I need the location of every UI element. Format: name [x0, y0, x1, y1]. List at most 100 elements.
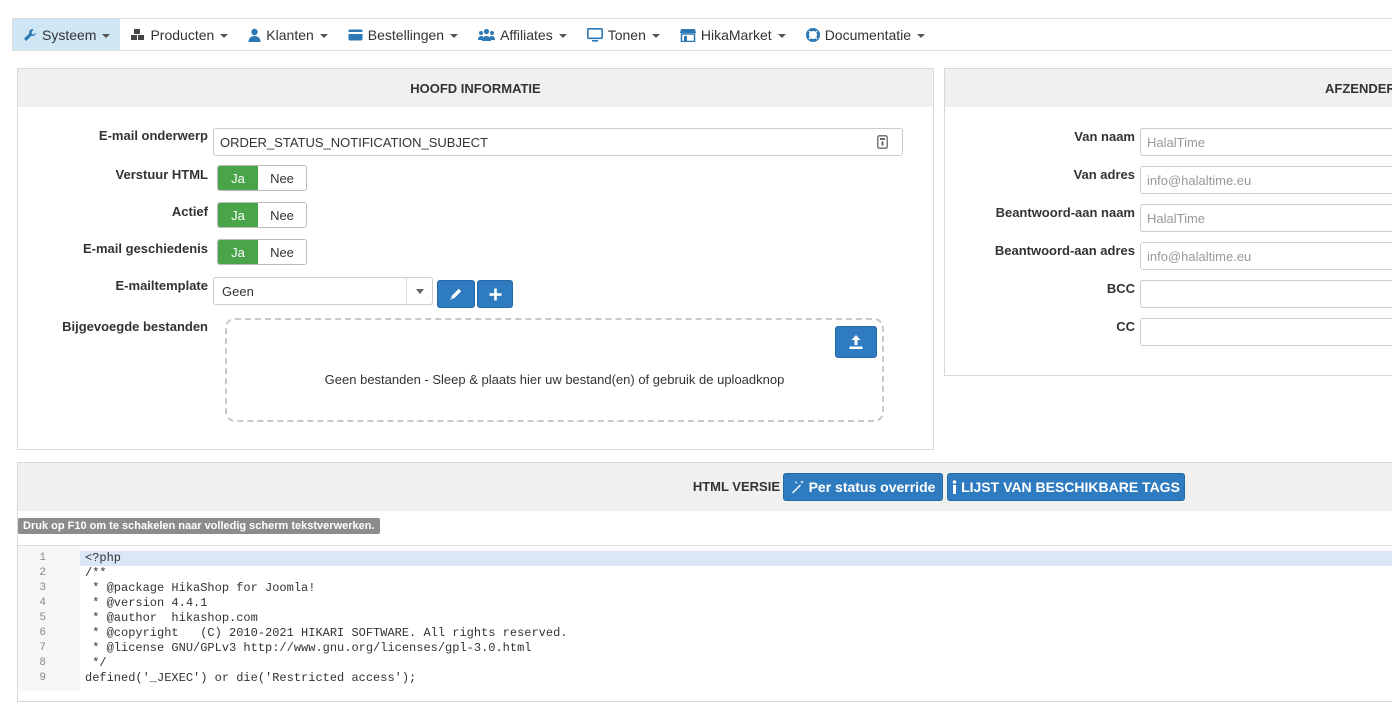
plus-icon [489, 288, 502, 301]
cc-label: CC [1116, 319, 1135, 334]
caret-down-icon [651, 33, 660, 38]
reply-address-label: Beantwoord-aan adres [994, 243, 1135, 258]
caret-down-icon [319, 33, 328, 38]
users-icon [478, 28, 496, 41]
line-source: * @version 4.4.1 [85, 596, 208, 610]
chevron-down-icon [406, 278, 432, 304]
email-history-toggle[interactable]: Ja Nee [217, 239, 307, 265]
code-line: 7 * @license GNU/GPLv3 http://www.gnu.or… [18, 641, 1392, 656]
code-editor[interactable]: 1 <?php 2 /** 3 * @package HikaShop for J… [18, 545, 1392, 691]
fullscreen-hint: Druk op F10 om te schakelen naar volledi… [18, 518, 380, 534]
line-number: 3 [39, 582, 46, 594]
caret-down-icon [558, 33, 567, 38]
email-history-label: E-mail geschiedenis [83, 241, 208, 256]
caret-down-icon [450, 33, 459, 38]
top-menu-bar: Systeem Producten Klanten Bestellingen A… [12, 18, 1392, 51]
menu-bestellingen[interactable]: Bestellingen [338, 19, 468, 50]
active-no[interactable]: Nee [258, 203, 306, 227]
reply-address-input[interactable] [1140, 242, 1392, 270]
active-line-highlight [80, 551, 1392, 566]
status-override-label: Per status override [808, 479, 936, 495]
send-html-no[interactable]: Nee [258, 166, 306, 190]
caret-down-icon [777, 33, 786, 38]
line-number: 6 [39, 627, 46, 639]
upload-button[interactable] [835, 326, 877, 358]
available-tags-button[interactable]: LIJST VAN BESCHIKBARE TAGS [947, 473, 1185, 501]
menu-label: Klanten [266, 26, 314, 43]
line-number: 7 [39, 642, 46, 654]
menu-klanten[interactable]: Klanten [238, 19, 337, 50]
available-tags-label: LIJST VAN BESCHIKBARE TAGS [961, 479, 1180, 495]
menu-label: Producten [150, 26, 215, 43]
send-html-yes[interactable]: Ja [218, 166, 258, 190]
menu-hikamarket[interactable]: HikaMarket [670, 19, 796, 50]
email-template-select[interactable]: Geen [213, 277, 433, 305]
line-source: defined('_JEXEC') or die('Restricted acc… [85, 671, 417, 685]
line-source: /** [85, 566, 107, 580]
menu-producten[interactable]: Producten [120, 19, 238, 50]
from-name-input[interactable] [1140, 128, 1392, 156]
attachments-dropzone[interactable]: Geen bestanden - Sleep & plaats hier uw … [225, 318, 884, 422]
user-icon [248, 28, 261, 42]
line-source: * @author hikashop.com [85, 611, 258, 625]
active-label: Actief [171, 204, 208, 219]
line-number: 2 [39, 567, 46, 579]
send-html-label: Verstuur HTML [115, 167, 208, 182]
html-version-title: HTML VERSIE [692, 479, 780, 494]
active-toggle[interactable]: Ja Nee [217, 202, 307, 228]
subject-label: E-mail onderwerp [98, 128, 208, 143]
status-override-button[interactable]: Per status override [783, 473, 943, 501]
from-name-label: Van naam [1074, 129, 1135, 144]
email-template-label: E-mailtemplate [115, 278, 208, 293]
sender-title-text: AFZENDER [1325, 80, 1392, 96]
main-info-title: HOOFD INFORMATIE [18, 69, 933, 107]
menu-affiliates[interactable]: Affiliates [468, 19, 577, 50]
caret-down-icon [917, 33, 926, 38]
add-template-button[interactable] [477, 280, 513, 308]
menu-label: Systeem [42, 26, 97, 43]
cubes-icon [130, 28, 145, 42]
code-line: 6 * @copyright (C) 2010-2021 HIKARI SOFT… [18, 626, 1392, 641]
upload-icon [848, 334, 864, 350]
pencil-icon [449, 287, 463, 301]
translate-tag-icon[interactable] [877, 135, 888, 149]
code-line: 9 defined('_JEXEC') or die('Restricted ac… [18, 671, 1392, 686]
info-icon [952, 480, 957, 494]
menu-label: Tonen [607, 26, 646, 43]
line-number: 5 [39, 612, 46, 624]
menu-label: Affiliates [500, 26, 553, 43]
from-address-input[interactable] [1140, 166, 1392, 194]
reply-name-input[interactable] [1140, 204, 1392, 232]
store-icon [679, 28, 696, 42]
menu-label: HikaMarket [700, 26, 772, 43]
subject-input[interactable]: ORDER_STATUS_NOTIFICATION_SUBJECT [213, 128, 903, 156]
bcc-input[interactable] [1140, 280, 1392, 308]
sender-title: AFZENDER [945, 69, 1392, 107]
subject-value: ORDER_STATUS_NOTIFICATION_SUBJECT [220, 134, 488, 150]
code-line: 1 <?php [18, 551, 1392, 566]
send-html-toggle[interactable]: Ja Nee [217, 165, 307, 191]
line-number: 1 [39, 552, 46, 564]
email-history-yes[interactable]: Ja [218, 240, 258, 264]
menu-label: Documentatie [824, 26, 912, 43]
cc-input[interactable] [1140, 318, 1392, 346]
line-number: 8 [39, 657, 46, 669]
code-line: 8 */ [18, 656, 1392, 671]
from-address-label: Van adres [1073, 167, 1135, 182]
menu-documentatie[interactable]: Documentatie [796, 19, 935, 50]
bcc-label: BCC [1106, 281, 1135, 296]
caret-down-icon [102, 33, 111, 38]
reply-name-label: Beantwoord-aan naam [995, 205, 1135, 220]
email-template-value: Geen [222, 283, 254, 299]
line-source: */ [85, 656, 107, 670]
email-history-no[interactable]: Nee [258, 240, 306, 264]
edit-template-button[interactable] [437, 280, 475, 308]
dropzone-text: Geen bestanden - Sleep & plaats hier uw … [324, 372, 785, 387]
menu-systeem[interactable]: Systeem [13, 19, 121, 50]
active-yes[interactable]: Ja [218, 203, 258, 227]
monitor-icon [586, 27, 603, 42]
magic-wand-icon [791, 480, 805, 494]
menu-tonen[interactable]: Tonen [577, 19, 670, 50]
caret-down-icon [220, 33, 229, 38]
credit-card-icon [348, 29, 363, 41]
